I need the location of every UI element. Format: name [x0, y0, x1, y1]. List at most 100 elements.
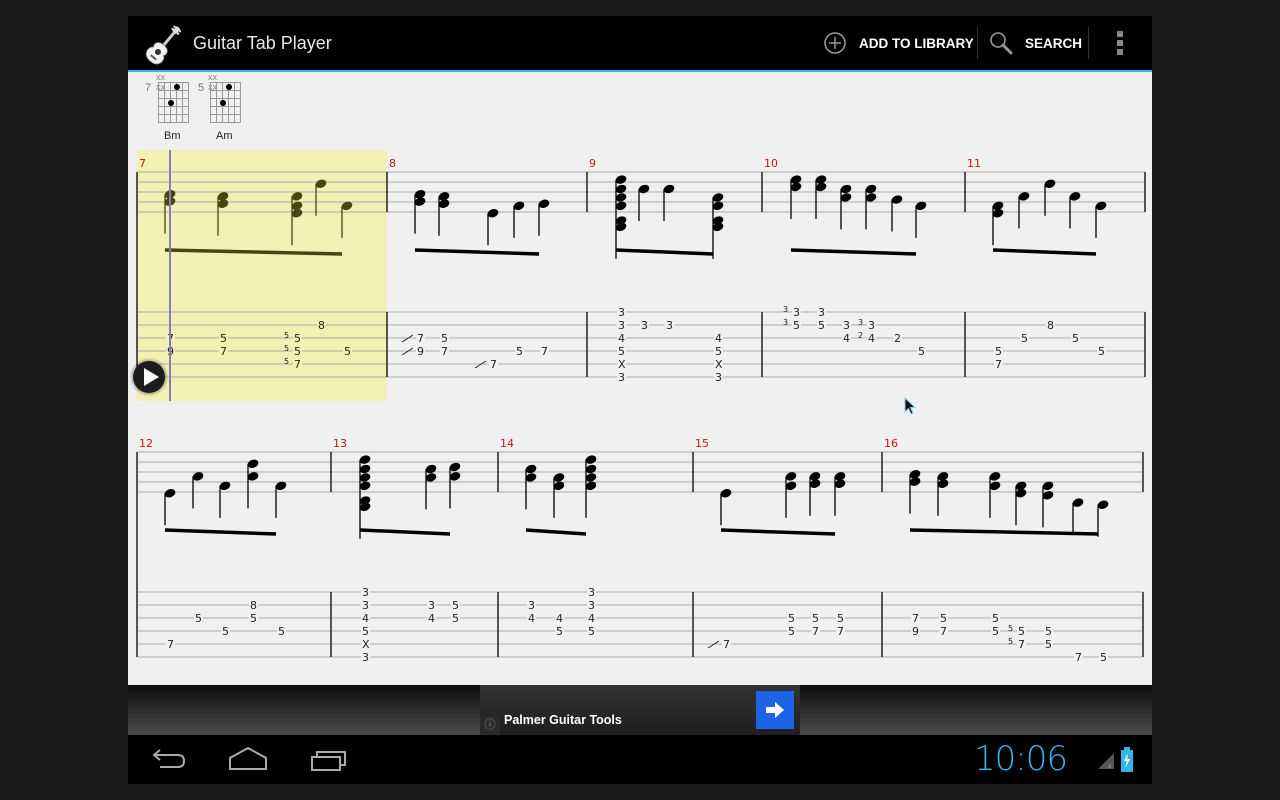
tab-fret-number: 7 [940, 625, 947, 638]
tab-fret-number: 3 [588, 599, 595, 612]
tab-fret-number: 8 [250, 599, 257, 612]
tab-fret-number: 7 [167, 638, 174, 651]
battery-charging-icon [1121, 747, 1133, 772]
tab-fret-number: 3 [843, 319, 850, 332]
ad-bar: ⓘ Palmer Guitar Tools [128, 685, 1152, 735]
tab-fret-number: 3 [362, 599, 369, 612]
info-icon[interactable]: ⓘ [480, 716, 500, 735]
tab-fret-number: 5 [220, 332, 227, 345]
tab-fret-number: 5 [588, 625, 595, 638]
back-button[interactable] [144, 743, 194, 777]
ad-go-button[interactable] [756, 691, 794, 729]
tab-fret-number: 7 [837, 625, 844, 638]
tab-fret-number: 5 [1072, 332, 1079, 345]
tab-fret-number: 3 [818, 306, 825, 319]
tab-fret-number: 5 [788, 612, 795, 625]
home-button[interactable] [223, 743, 273, 777]
search-button[interactable]: SEARCH [989, 16, 1082, 70]
tab-grace-number: 3 [783, 305, 788, 314]
tab-fret-number: 2 [894, 332, 901, 345]
tab-grace-number: 5 [284, 344, 289, 353]
add-to-library-label: ADD TO LIBRARY [859, 35, 974, 51]
tab-fret-number: 5 [812, 612, 819, 625]
note-beam [720, 528, 836, 536]
tab-fret-number: 4 [528, 612, 535, 625]
tab-fret-number: 5 [1045, 625, 1052, 638]
tab-fret-number: 5 [793, 319, 800, 332]
search-label: SEARCH [1025, 35, 1083, 51]
overflow-menu-button[interactable] [1113, 16, 1127, 70]
tab-fret-number: 5 [618, 345, 625, 358]
tab-fret-number: 5 [452, 612, 459, 625]
tab-fret-number: 3 [362, 651, 369, 664]
tab-fret-number: 5 [1100, 651, 1107, 664]
add-to-library-button[interactable]: ADD TO LIBRARY [823, 16, 974, 70]
note-beam [359, 528, 451, 536]
tab-fret-number: 7 [995, 358, 1002, 371]
measure-number: 15 [695, 437, 709, 450]
back-icon [152, 749, 186, 768]
add-circle-icon [824, 32, 846, 54]
tab-fret-number: 5 [715, 345, 722, 358]
tab-fret-number: 5 [1098, 345, 1105, 358]
tab-fret-number: 7 [541, 345, 548, 358]
tab-fret-number: 5 [250, 612, 257, 625]
app-title: Guitar Tab Player [193, 33, 332, 53]
tab-fret-number: 7 [490, 358, 497, 371]
measure-number: 14 [500, 437, 514, 450]
tab-fret-number: 5 [1045, 638, 1052, 651]
tab-fret-number: 3 [528, 599, 535, 612]
action-divider [1088, 27, 1089, 59]
tab-fret-number: 3 [868, 319, 875, 332]
tab-fret-number: 5 [294, 345, 301, 358]
tab-fret-number: 7 [1075, 651, 1082, 664]
current-measure-highlight [137, 150, 387, 401]
arrow-right-icon [766, 702, 784, 718]
measure-number: 7 [139, 157, 146, 170]
app-window: Guitar Tab Player ADD TO LIBRARY SEARCH [128, 16, 1152, 784]
tab-fret-number: 3 [362, 586, 369, 599]
tab-fret-number: 4 [843, 332, 850, 345]
measure-number: 12 [139, 437, 153, 450]
note-beam [525, 528, 587, 536]
tab-fret-number: 3 [428, 599, 435, 612]
tab-fret-number: 3 [618, 306, 625, 319]
note-beam [414, 248, 540, 256]
note-beam [615, 248, 714, 256]
tab-fret-number: 8 [318, 319, 325, 332]
guitar-app-icon[interactable] [140, 20, 188, 68]
note-beam [992, 248, 1097, 256]
tab-grace-number: 5 [284, 357, 289, 366]
note-beam [164, 528, 277, 536]
measure-number: 9 [589, 157, 596, 170]
tab-fret-number: 5 [1021, 332, 1028, 345]
tab-fret-number: 5 [788, 625, 795, 638]
tab-grace-number: 5 [1008, 624, 1013, 633]
tab-fret-number: 5 [818, 319, 825, 332]
tab-fret-number: 5 [918, 345, 925, 358]
tab-fret-number: 5 [516, 345, 523, 358]
tab-fret-number: X [618, 358, 626, 371]
measure-number: 16 [884, 437, 898, 450]
measure-number: 11 [967, 157, 981, 170]
recent-apps-button[interactable] [304, 743, 354, 777]
score-view[interactable]: xx xx 7 Bm xx xx 5 Am 7 5 7 5 5 7 5 5 5 … [128, 72, 1152, 685]
tab-grace-number: 3 [858, 318, 863, 327]
tab-grace-number: 2 [858, 331, 863, 340]
play-button[interactable] [133, 361, 165, 393]
tab-fret-number: 4 [428, 612, 435, 625]
play-icon [144, 368, 159, 386]
action-divider [977, 27, 978, 59]
action-bar: Guitar Tab Player ADD TO LIBRARY SEARCH [128, 16, 1152, 72]
tab-fret-number: 7 [220, 345, 227, 358]
tab-fret-number: 5 [195, 612, 202, 625]
ad-banner[interactable]: ⓘ Palmer Guitar Tools [480, 685, 800, 735]
tab-fret-number: 4 [556, 612, 563, 625]
mouse-pointer-icon [904, 397, 917, 415]
search-icon [990, 32, 1013, 55]
tab-fret-number: X [715, 358, 723, 371]
tab-fret-number: 5 [992, 612, 999, 625]
tab-fret-number: 5 [837, 612, 844, 625]
tab-fret-number: 5 [1018, 625, 1025, 638]
tab-fret-number: 5 [222, 625, 229, 638]
